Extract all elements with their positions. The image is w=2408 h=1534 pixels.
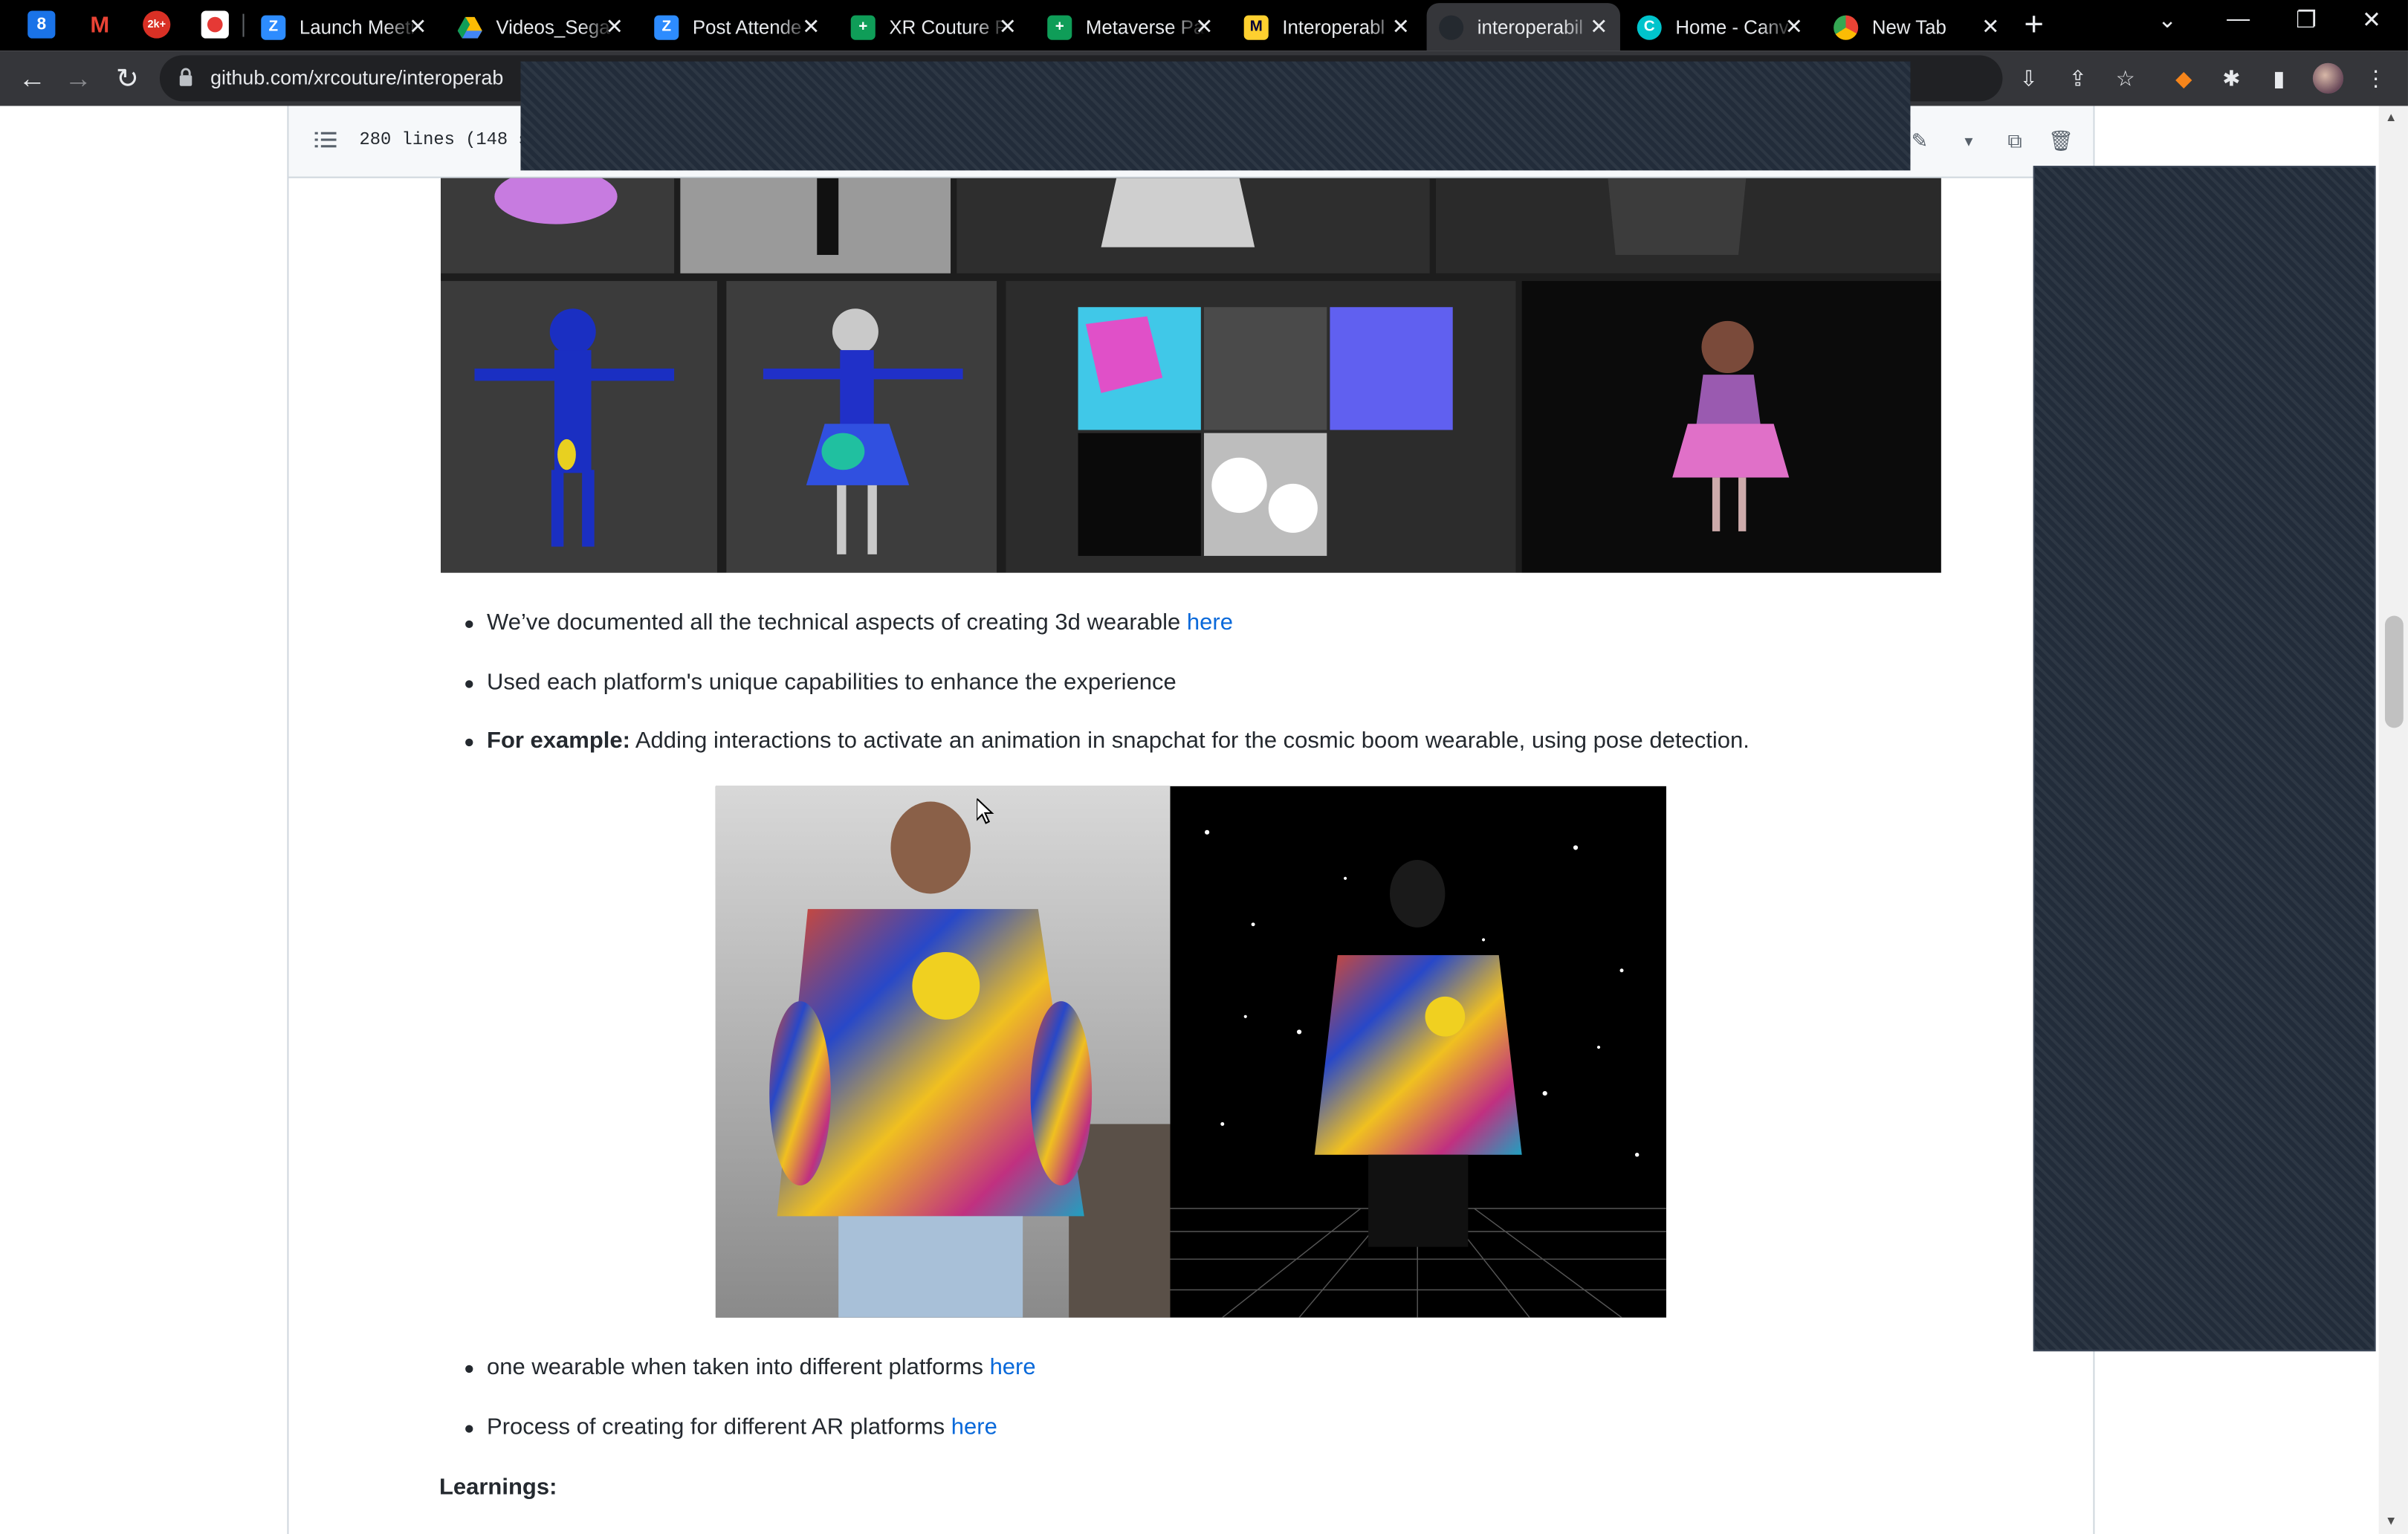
miro-icon: M — [1243, 14, 1269, 39]
redaction-overlay — [520, 61, 1911, 171]
tab-videos[interactable]: Videos_Sega ✕ — [445, 3, 635, 51]
side-panel-icon[interactable]: ▮ — [2265, 65, 2293, 92]
close-icon[interactable]: ✕ — [1785, 16, 1803, 37]
lock-icon — [179, 68, 192, 86]
app-icon[interactable] — [201, 10, 229, 39]
bookmark-star-icon[interactable]: ☆ — [2111, 65, 2139, 92]
example-label: For example: — [487, 728, 630, 754]
list-item-text: one wearable when taken into different p… — [487, 1354, 990, 1381]
trash-icon[interactable]: 🗑 — [2045, 126, 2076, 156]
close-icon[interactable]: ✕ — [606, 16, 624, 37]
chevron-down-icon[interactable]: ▼ — [1953, 126, 1984, 156]
tab-title: Videos_Sega — [496, 16, 610, 38]
tab-search-icon[interactable]: ⌄ — [2158, 6, 2177, 33]
tab-title: Post Attende — [692, 16, 802, 38]
list-item: one wearable when taken into different p… — [465, 1354, 1036, 1381]
canva-icon: C — [1637, 14, 1662, 39]
tab-launch-meeting[interactable]: Z Launch Meeti ✕ — [249, 3, 439, 51]
reload-button[interactable]: ↻ — [111, 62, 144, 95]
chrome-icon — [1833, 14, 1859, 39]
here-link[interactable]: here — [1187, 609, 1233, 635]
tab-post-attendee[interactable]: Z Post Attende ✕ — [642, 3, 832, 51]
share-icon[interactable]: ⇪ — [2064, 65, 2091, 92]
scrollbar-thumb[interactable] — [2384, 615, 2404, 728]
minimize-button[interactable]: — — [2227, 6, 2250, 32]
list-item: Used each platform's unique capabilities… — [465, 669, 1177, 696]
file-lines-info: 280 lines (148 s — [359, 130, 529, 151]
avatar[interactable] — [2312, 62, 2344, 94]
sheets-icon: + — [1047, 14, 1072, 39]
cosmic-boom-wearable-image — [715, 786, 1666, 1318]
notification-badge-icon[interactable]: 2k+ — [143, 10, 171, 39]
scroll-up-arrow[interactable]: ▲ — [2385, 111, 2397, 125]
tab-interoperable-github[interactable]: interoperabil ✕ — [1426, 3, 1620, 51]
close-window-button[interactable]: ✕ — [2362, 6, 2381, 33]
learnings-heading: Learnings: — [438, 1474, 557, 1501]
tab-interoperable-miro[interactable]: M Interoperabl ✕ — [1231, 3, 1422, 51]
extensions-icon[interactable]: ✱ — [2218, 65, 2245, 92]
tab-title: XR Couture F — [889, 16, 1007, 38]
list-item-text: Process of creating for different AR pla… — [487, 1414, 951, 1441]
tab-xr-couture[interactable]: + XR Couture F ✕ — [838, 3, 1029, 51]
close-icon[interactable]: ✕ — [1195, 16, 1213, 37]
new-tab-button[interactable]: + — [2024, 7, 2044, 41]
forward-button[interactable]: → — [62, 62, 95, 95]
close-icon[interactable]: ✕ — [409, 16, 427, 37]
tab-title: interoperabil — [1477, 16, 1583, 38]
copy-icon[interactable]: ⧉ — [1999, 126, 2030, 156]
tab-title: Launch Meeti — [299, 16, 415, 38]
list-item: Process of creating for different AR pla… — [465, 1414, 997, 1441]
restore-button[interactable]: ❐ — [2296, 6, 2317, 33]
here-link[interactable]: here — [951, 1414, 997, 1440]
tab-metaverse[interactable]: + Metaverse Pa ✕ — [1035, 3, 1226, 51]
sheets-icon: + — [850, 14, 876, 39]
list-item-text: Adding interactions to activate an anima… — [629, 728, 1750, 754]
install-icon[interactable]: ⇩ — [2015, 65, 2042, 92]
tab-title: New Tab — [1871, 16, 1946, 38]
tab-title: Home - Canv — [1675, 16, 1789, 38]
url-text: github.com/xrcouture/interoperab — [210, 65, 504, 89]
tab-canva[interactable]: C Home - Canv ✕ — [1625, 3, 1815, 51]
list-item: For example: Adding interactions to acti… — [465, 728, 1750, 754]
github-icon — [1439, 14, 1464, 39]
gmail-icon[interactable]: M — [86, 10, 114, 38]
calendar-icon[interactable]: 8 — [27, 10, 56, 39]
list-item-text: We’ve documented all the technical aspec… — [487, 609, 1187, 636]
zoom-icon: Z — [261, 14, 286, 39]
back-button[interactable]: ← — [16, 62, 49, 95]
redaction-overlay — [2033, 166, 2376, 1352]
outline-list-icon[interactable] — [314, 127, 338, 152]
list-item-text: Used each platform's unique capabilities… — [487, 669, 1177, 696]
wearable-process-image — [441, 178, 1941, 573]
drive-icon — [457, 15, 482, 39]
scroll-down-arrow[interactable]: ▼ — [2385, 1514, 2397, 1528]
close-icon[interactable]: ✕ — [802, 16, 820, 37]
close-icon[interactable]: ✕ — [1981, 16, 1999, 37]
close-icon[interactable]: ✕ — [1392, 16, 1410, 37]
metamask-icon[interactable]: ◆ — [2170, 65, 2198, 92]
tab-strip: 8 M 2k+ Z Launch Meeti ✕ Videos_Sega ✕ Z… — [0, 0, 2408, 51]
tab-title: Interoperabl — [1282, 16, 1385, 38]
menu-icon[interactable]: ⋮ — [2362, 65, 2389, 92]
list-item: We’ve documented all the technical aspec… — [465, 609, 1233, 636]
close-icon[interactable]: ✕ — [999, 16, 1017, 37]
zoom-icon: Z — [654, 14, 679, 39]
here-link[interactable]: here — [990, 1354, 1036, 1380]
close-icon[interactable]: ✕ — [1590, 16, 1608, 37]
tab-new-tab[interactable]: New Tab ✕ — [1822, 3, 2012, 51]
mouse-cursor-icon — [977, 798, 994, 824]
scrollbar[interactable] — [2378, 106, 2408, 1534]
tab-title: Metaverse Pa — [1085, 16, 1205, 38]
